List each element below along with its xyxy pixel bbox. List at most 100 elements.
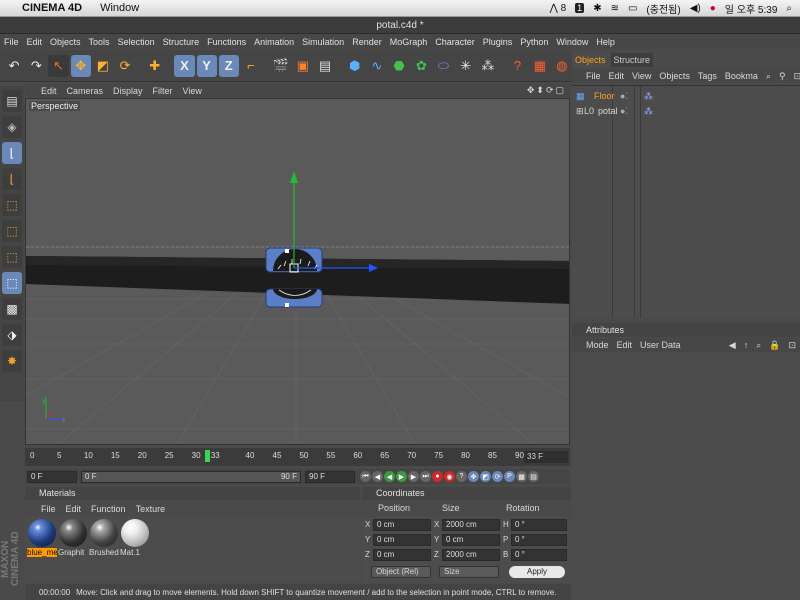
tag-icon[interactable]: ⁂ [644, 91, 653, 102]
timeline-ruler[interactable]: 0 5 10 15 20 25 30 33 40 45 50 55 60 65 70 75 80 85 90 33 … [25, 448, 570, 466]
next-key-icon[interactable]: ▶ [408, 471, 419, 482]
mac-app-name[interactable]: CINEMA 4D [22, 2, 82, 14]
mat-menu-file[interactable]: File [41, 504, 56, 514]
render-settings-icon[interactable]: ▤ [315, 55, 335, 77]
rotate-tool-icon[interactable]: ⟳ [115, 55, 135, 77]
material-item[interactable]: blue_me [27, 518, 57, 562]
battery-icon[interactable]: ▭ [628, 3, 637, 14]
size-z-input[interactable]: 2000 cm [442, 549, 500, 561]
clock[interactable]: 일 오후 5:39 [725, 1, 778, 16]
deformer-icon[interactable]: ⬭ [433, 55, 453, 77]
back-arrow-icon[interactable]: ◀ [729, 340, 736, 351]
workplane-icon[interactable]: ⬚ [2, 194, 22, 216]
model-mode-icon[interactable]: ◈ [2, 116, 22, 138]
visibility-dots-icon[interactable]: ●⁚ [620, 106, 628, 117]
volume-icon[interactable]: ◀) [690, 3, 701, 14]
tweak-icon[interactable]: ⬗ [2, 324, 22, 346]
scene-icon[interactable]: ✳ [456, 55, 476, 77]
spotlight-icon[interactable]: ⌕ [786, 3, 792, 14]
mac-menu-window[interactable]: Window [100, 2, 139, 14]
material-item[interactable]: Mat.1 [120, 518, 150, 562]
object-name[interactable]: potal [598, 106, 618, 116]
nurbs-icon[interactable]: ⬣ [389, 55, 409, 77]
status-indicator-a[interactable]: ⋀ 8 [550, 3, 567, 14]
play-icon[interactable]: ▶ [396, 471, 407, 482]
menu-edit[interactable]: Edit [27, 37, 43, 47]
obj-menu-view[interactable]: View [632, 71, 651, 81]
obj-menu-edit[interactable]: Edit [609, 71, 625, 81]
record-icon[interactable]: ● [432, 471, 443, 482]
light-icon[interactable]: ⁂ [478, 55, 498, 77]
menu-structure[interactable]: Structure [163, 37, 200, 47]
param-key-icon[interactable]: P [504, 471, 515, 482]
menu-selection[interactable]: Selection [118, 37, 155, 47]
new-window-icon[interactable]: ⊡ [788, 340, 800, 351]
current-frame-field[interactable]: 33 F [524, 451, 568, 463]
menu-functions[interactable]: Functions [207, 37, 246, 47]
size-x-input[interactable]: 2000 cm [442, 519, 500, 531]
scale-tool-icon[interactable]: ◩ [93, 55, 113, 77]
lock-icon[interactable]: 🔒 [769, 340, 780, 351]
viewport-menu-edit[interactable]: Edit [41, 86, 57, 96]
bluetooth-icon[interactable]: ✱ [593, 3, 601, 14]
scale-key-icon[interactable]: ◩ [480, 471, 491, 482]
keyframe-selection-icon[interactable]: ? [456, 471, 467, 482]
material-item[interactable]: Graphit [58, 518, 88, 562]
prev-key-icon[interactable]: ◀ [372, 471, 383, 482]
undo-icon[interactable]: ↶ [4, 55, 24, 77]
menu-plugins[interactable]: Plugins [483, 37, 513, 47]
rotation-h-input[interactable]: 0 ° [511, 519, 567, 531]
pla-key-icon[interactable]: ▦ [516, 471, 527, 482]
timeline-ticks[interactable]: 0 5 10 15 20 25 30 33 40 45 50 55 60 65 70 75 80 85 90 [30, 448, 524, 466]
menu-simulation[interactable]: Simulation [302, 37, 344, 47]
attr-menu-edit[interactable]: Edit [617, 340, 633, 350]
object-mode-icon[interactable]: ⌊ [2, 142, 22, 164]
snap-icon[interactable]: ✸ [2, 350, 22, 372]
filter-icon[interactable]: ⚲ [779, 71, 786, 82]
viewport-menu-filter[interactable]: Filter [153, 86, 173, 96]
tab-structure[interactable]: Structure [610, 53, 654, 67]
wifi-icon[interactable]: ≋ [611, 3, 619, 14]
axis-z-button[interactable]: Z [218, 54, 239, 77]
array-icon[interactable]: ✿ [411, 55, 431, 77]
menu-tools[interactable]: Tools [89, 37, 110, 47]
viewport-perspective[interactable]: y z Perspective [25, 98, 570, 445]
menu-render[interactable]: Render [352, 37, 382, 47]
tag-icon[interactable]: ⁂ [644, 106, 653, 117]
menu-window[interactable]: Window [556, 37, 588, 47]
list-item[interactable]: ⊞ L0 potal ●⁚ ⁂ [576, 104, 800, 118]
obj-menu-objects[interactable]: Objects [659, 71, 690, 81]
position-y-input[interactable]: 0 cm [373, 534, 431, 546]
go-to-end-icon[interactable]: ⏭ [420, 471, 431, 482]
menu-character[interactable]: Character [435, 37, 475, 47]
playhead-marker[interactable] [204, 450, 210, 462]
size-mode-dropdown[interactable]: Size [439, 566, 499, 578]
start-frame-field[interactable]: 0 F [27, 470, 77, 483]
texture-mode-icon[interactable]: ⌊ [2, 168, 22, 190]
pos-key-icon[interactable]: ✥ [468, 471, 479, 482]
expand-icon[interactable]: ⊞ [576, 106, 584, 117]
menu-python[interactable]: Python [520, 37, 548, 47]
attr-menu-mode[interactable]: Mode [586, 340, 609, 350]
visibility-dots-icon[interactable]: ●⁚ [620, 91, 628, 102]
size-y-input[interactable]: 0 cm [442, 534, 500, 546]
menu-objects[interactable]: Objects [50, 37, 81, 47]
move-tool-icon[interactable]: ✥ [70, 54, 91, 77]
material-item[interactable]: Brushed [89, 518, 119, 562]
obj-menu-bookmarks[interactable]: Bookma [725, 71, 758, 81]
coordinate-system-icon[interactable]: ⌐ [241, 55, 261, 77]
menu-animation[interactable]: Animation [254, 37, 294, 47]
recent-tools-icon[interactable]: ✚ [145, 55, 165, 77]
redo-icon[interactable]: ↷ [26, 55, 46, 77]
help-icon[interactable]: ? [507, 55, 527, 77]
search-icon[interactable]: ⌕ [756, 340, 761, 351]
end-frame-field[interactable]: 90 F [305, 470, 355, 483]
mat-menu-texture[interactable]: Texture [136, 504, 166, 514]
menu-file[interactable]: File [4, 37, 19, 47]
object-list[interactable]: ▦ Floor ●⁚ ⁂ ⊞ L0 potal ●⁚ ⁂ [572, 85, 800, 318]
position-z-input[interactable]: 0 cm [373, 549, 431, 561]
web-icon[interactable]: ◍ [552, 55, 572, 77]
position-x-input[interactable]: 0 cm [373, 519, 431, 531]
up-arrow-icon[interactable]: ↑ [744, 340, 749, 350]
timeline-icon[interactable]: ▤ [528, 471, 539, 482]
